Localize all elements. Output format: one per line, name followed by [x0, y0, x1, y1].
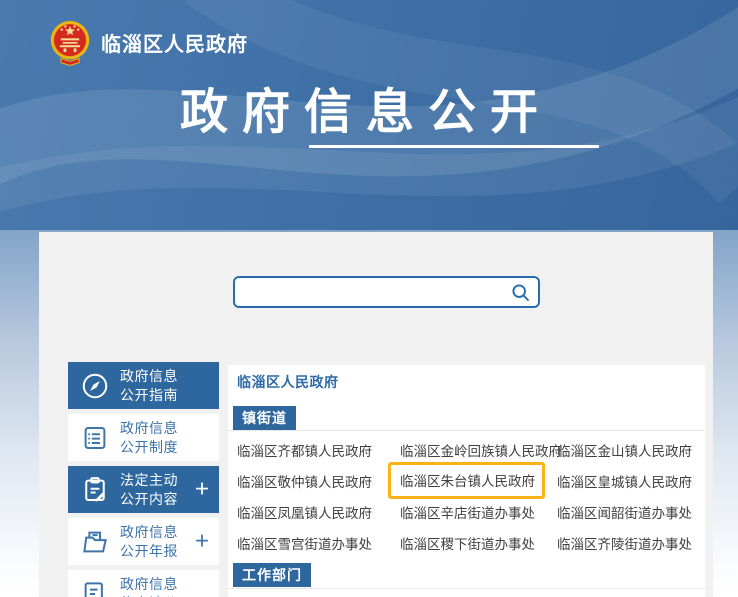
- clipboard-pen-icon: [80, 475, 110, 505]
- link-cell: 临淄区敬仲镇人民政府: [237, 465, 400, 496]
- org-link[interactable]: 临淄区皇城镇人民政府: [557, 471, 692, 491]
- section-divider: [228, 430, 705, 431]
- compass-icon: [80, 371, 110, 401]
- section-badge-towns: 镇街道: [233, 406, 296, 430]
- org-link[interactable]: 临淄区金岭回族镇人民政府: [400, 440, 562, 460]
- link-cell: 临淄区朱台镇人民政府: [400, 465, 557, 496]
- sidebar-item-label: 政府信息公开年报: [120, 523, 178, 561]
- link-cell: 临淄区凤凰镇人民政府: [237, 496, 400, 527]
- sidebar-item-label: 法定主动公开内容: [120, 471, 178, 509]
- link-cell: 临淄区金山镇人民政府: [557, 434, 705, 465]
- search-button[interactable]: [502, 278, 538, 306]
- section-divider: [228, 588, 705, 589]
- document-list-icon: [80, 423, 110, 453]
- content-panel: 临淄区人民政府 镇街道 临淄区齐都镇人民政府 临淄区金岭回族镇人民政府临淄区金山镇…: [228, 365, 705, 597]
- sidebar-item-policies[interactable]: 政府信息公开制度: [68, 414, 219, 461]
- folder-icon: [80, 527, 110, 557]
- org-link[interactable]: 临淄区金山镇人民政府: [557, 440, 692, 460]
- search-bar[interactable]: [233, 276, 540, 308]
- link-cell: 临淄区辛店街道办事处: [400, 496, 557, 527]
- expand-plus-icon[interactable]: +: [195, 529, 209, 553]
- org-link[interactable]: 临淄区敬仲镇人民政府: [237, 471, 372, 491]
- link-cell: 临淄区闻韶街道办事处: [557, 496, 705, 527]
- search-icon: [510, 282, 531, 303]
- link-cell: 临淄区金岭回族镇人民政府: [400, 434, 557, 465]
- site-name: 临淄区人民政府: [101, 28, 248, 57]
- link-cell: 临淄区雪宫街道办事处: [237, 527, 400, 558]
- sidebar-item-annual-report[interactable]: 政府信息公开年报 +: [68, 518, 219, 565]
- sidebar-item-label: 政府信息依申请公开: [120, 575, 193, 597]
- link-cell: 临淄区齐陵街道办事处: [557, 527, 705, 558]
- link-cell: 临淄区稷下街道办事处: [400, 527, 557, 558]
- national-emblem-icon: [48, 18, 92, 66]
- org-link[interactable]: 临淄区凤凰镇人民政府: [237, 502, 372, 522]
- sidebar-item-on-request[interactable]: 政府信息依申请公开: [68, 570, 219, 597]
- link-cell: 临淄区齐都镇人民政府: [237, 434, 400, 465]
- sidebar-item-guide[interactable]: 政府信息公开指南: [68, 362, 219, 409]
- org-links-grid: 临淄区齐都镇人民政府 临淄区金岭回族镇人民政府临淄区金山镇人民政府临淄区敬仲镇人民…: [237, 434, 705, 558]
- section-badge-departments: 工作部门: [233, 563, 311, 587]
- org-link-highlighted[interactable]: 临淄区朱台镇人民政府: [388, 462, 545, 499]
- sidebar-item-label: 政府信息公开制度: [120, 419, 178, 457]
- sidebar-item-label: 政府信息公开指南: [120, 367, 178, 405]
- org-link[interactable]: 临淄区齐都镇人民政府: [237, 440, 372, 460]
- search-input[interactable]: [235, 278, 502, 306]
- banner: 临淄区人民政府 政府信息公开: [0, 0, 738, 230]
- org-link[interactable]: 临淄区齐陵街道办事处: [557, 533, 692, 553]
- banner-underline-decoration: [309, 145, 599, 148]
- top-bar: 临淄区人民政府: [48, 18, 248, 66]
- content-title: 临淄区人民政府: [237, 372, 339, 392]
- org-link[interactable]: 临淄区雪宫街道办事处: [237, 533, 372, 553]
- org-link[interactable]: 临淄区闻韶街道办事处: [557, 502, 692, 522]
- org-link[interactable]: 临淄区辛店街道办事处: [400, 502, 535, 522]
- document-pen-icon: [80, 579, 110, 597]
- sidebar: 政府信息公开指南政府信息公开制度法定主动公开内容+政府信息公开年报+政府信息依申…: [68, 362, 219, 597]
- sidebar-item-statutory[interactable]: 法定主动公开内容 +: [68, 466, 219, 513]
- page: 临淄区人民政府 政府信息公开 政府信息公开指南政府信息公开制度法定主动公开内容 +…: [0, 0, 738, 597]
- org-link[interactable]: 临淄区稷下街道办事处: [400, 533, 535, 553]
- link-cell: 临淄区皇城镇人民政府: [557, 465, 705, 496]
- banner-title: 政府信息公开: [180, 72, 552, 142]
- expand-plus-icon[interactable]: +: [195, 477, 209, 501]
